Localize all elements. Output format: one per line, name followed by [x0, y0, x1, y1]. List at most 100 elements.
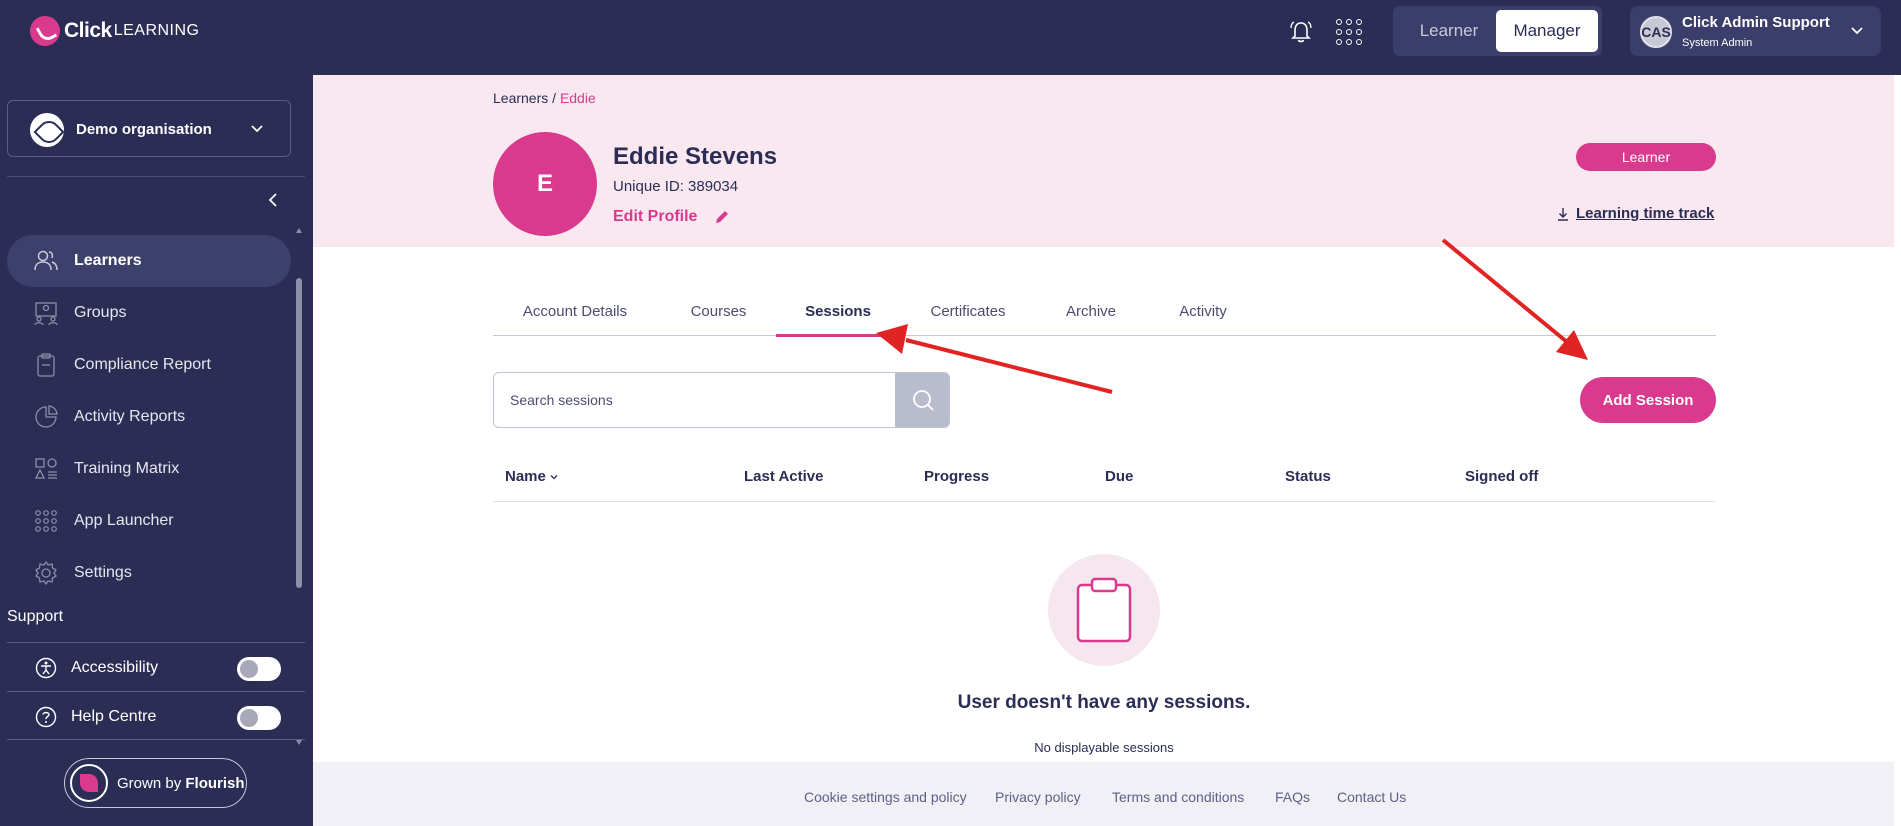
groups-icon	[34, 302, 58, 326]
pie-chart-icon	[35, 405, 58, 428]
tab-sessions[interactable]: Sessions	[776, 287, 900, 337]
column-header-label: Name	[505, 468, 546, 485]
divider	[7, 739, 305, 740]
tab-activity[interactable]: Activity	[1146, 287, 1260, 336]
tab-courses[interactable]: Courses	[657, 287, 780, 336]
flourish-brand: Flourish	[185, 775, 245, 792]
column-progress-header[interactable]: Progress	[924, 468, 989, 485]
tab-certificates[interactable]: Certificates	[900, 287, 1036, 336]
organisation-selector[interactable]: Demo organisation	[7, 100, 291, 157]
help-centre-label: Help Centre	[71, 708, 157, 725]
flourish-text: Grown by Flourish	[117, 775, 245, 792]
divider	[7, 691, 305, 692]
page-scrollbar[interactable]	[1894, 75, 1901, 826]
column-name-header[interactable]: Name	[505, 468, 559, 485]
users-icon	[34, 250, 58, 271]
tab-account-details[interactable]: Account Details	[493, 287, 657, 336]
breadcrumb-separator: /	[548, 90, 560, 106]
profile-avatar: E	[493, 132, 597, 236]
accessibility-row: Accessibility	[7, 645, 305, 691]
footer-link-cookie-policy[interactable]: Cookie settings and policy	[804, 789, 967, 805]
sidebar-item-label: Activity Reports	[74, 408, 186, 425]
footer-link-contact-us[interactable]: Contact Us	[1337, 789, 1406, 805]
search-icon	[913, 390, 934, 411]
sidebar-item-app-launcher[interactable]: App Launcher	[7, 495, 291, 547]
sidebar-item-learners[interactable]: Learners	[7, 235, 291, 287]
divider	[7, 176, 305, 177]
flourish-prefix: Grown by	[117, 775, 182, 792]
gear-icon	[35, 560, 57, 586]
download-icon	[1558, 207, 1568, 221]
role-switch: Learner Manager	[1393, 6, 1602, 56]
sidebar-item-label: Learners	[74, 252, 142, 269]
chevron-down-icon	[251, 125, 263, 133]
sidebar-item-label: Compliance Report	[74, 356, 211, 373]
app-grid-icon	[35, 510, 57, 532]
sidebar: Demo organisation Learners Groups Compli…	[0, 75, 313, 826]
footer-link-privacy-policy[interactable]: Privacy policy	[995, 789, 1081, 805]
collapse-sidebar-icon[interactable]	[264, 191, 282, 209]
footer-link-faqs[interactable]: FAQs	[1275, 789, 1310, 805]
scroll-up-icon[interactable]	[296, 228, 302, 233]
footer: Cookie settings and policy Privacy polic…	[313, 762, 1896, 826]
edit-profile-label: Edit Profile	[613, 208, 698, 225]
column-signed-off-header[interactable]: Signed off	[1465, 468, 1538, 485]
accessibility-label: Accessibility	[71, 659, 159, 676]
logo-learning-text: LEARNING	[113, 22, 200, 39]
profile-unique-id: Unique ID: 389034	[613, 178, 739, 195]
clipboard-icon	[1076, 577, 1132, 643]
sidebar-item-label: Training Matrix	[74, 460, 180, 477]
sidebar-item-settings[interactable]: Settings	[7, 547, 291, 599]
empty-state-title: User doesn't have any sessions.	[957, 692, 1251, 713]
app-grid-icon[interactable]	[1336, 19, 1362, 45]
sidebar-scrollbar[interactable]	[296, 228, 302, 745]
accessibility-toggle[interactable]	[237, 657, 281, 681]
role-badge: Learner	[1576, 143, 1716, 171]
role-learner-button[interactable]: Learner	[1400, 13, 1498, 49]
sidebar-item-training-matrix[interactable]: Training Matrix	[7, 443, 291, 495]
column-last-active-header[interactable]: Last Active	[744, 468, 823, 485]
search-button[interactable]	[895, 373, 949, 427]
bell-icon[interactable]	[1288, 19, 1314, 45]
learning-time-track-link[interactable]: Learning time track	[1556, 205, 1714, 222]
sessions-table-header: Name Last Active Progress Due Status Sig…	[493, 460, 1716, 502]
help-centre-row: Help Centre	[7, 694, 305, 740]
top-bar: Click LEARNING Learner Manager CAS Click…	[0, 0, 1901, 75]
clipboard-icon	[37, 353, 55, 377]
breadcrumb-current: Eddie	[559, 90, 596, 106]
breadcrumb-learners-link[interactable]: Learners	[493, 90, 548, 106]
profile-name: Eddie Stevens	[613, 143, 778, 170]
add-session-button[interactable]: Add Session	[1580, 377, 1716, 423]
sidebar-item-groups[interactable]: Groups	[7, 287, 291, 339]
shapes-icon	[34, 458, 57, 479]
column-status-header[interactable]: Status	[1285, 468, 1331, 485]
learning-time-track-label: Learning time track	[1576, 205, 1715, 222]
scroll-thumb[interactable]	[296, 278, 302, 588]
tab-archive[interactable]: Archive	[1036, 287, 1146, 336]
user-menu[interactable]: CAS Click Admin Support System Admin	[1630, 6, 1881, 56]
avatar: CAS	[1640, 16, 1672, 48]
empty-state-subtitle: No displayable sessions	[1034, 740, 1174, 755]
organisation-name: Demo organisation	[76, 121, 212, 138]
search-box	[493, 372, 950, 428]
sidebar-item-activity-reports[interactable]: Activity Reports	[7, 391, 291, 443]
scroll-down-icon[interactable]	[296, 740, 302, 745]
sidebar-item-label: Groups	[74, 304, 127, 321]
footer-link-terms[interactable]: Terms and conditions	[1112, 789, 1244, 805]
chevron-down-icon	[550, 474, 558, 479]
support-heading: Support	[7, 608, 64, 625]
search-input[interactable]	[494, 373, 894, 427]
logo-icon	[30, 16, 60, 46]
chevron-down-icon[interactable]	[1849, 22, 1865, 38]
user-name: Click Admin Support	[1682, 14, 1830, 31]
logo-click-text: Click	[64, 19, 112, 42]
click-learning-logo[interactable]: Click LEARNING	[30, 16, 200, 46]
user-role: System Admin	[1682, 37, 1753, 49]
sidebar-item-compliance-report[interactable]: Compliance Report	[7, 339, 291, 391]
grown-by-flourish-badge[interactable]: Grown by Flourish	[64, 758, 247, 808]
column-due-header[interactable]: Due	[1105, 468, 1133, 485]
help-centre-toggle[interactable]	[237, 706, 281, 730]
edit-profile-link[interactable]: Edit Profile	[613, 208, 731, 226]
accessibility-icon	[35, 657, 57, 679]
role-manager-button[interactable]: Manager	[1496, 10, 1598, 52]
